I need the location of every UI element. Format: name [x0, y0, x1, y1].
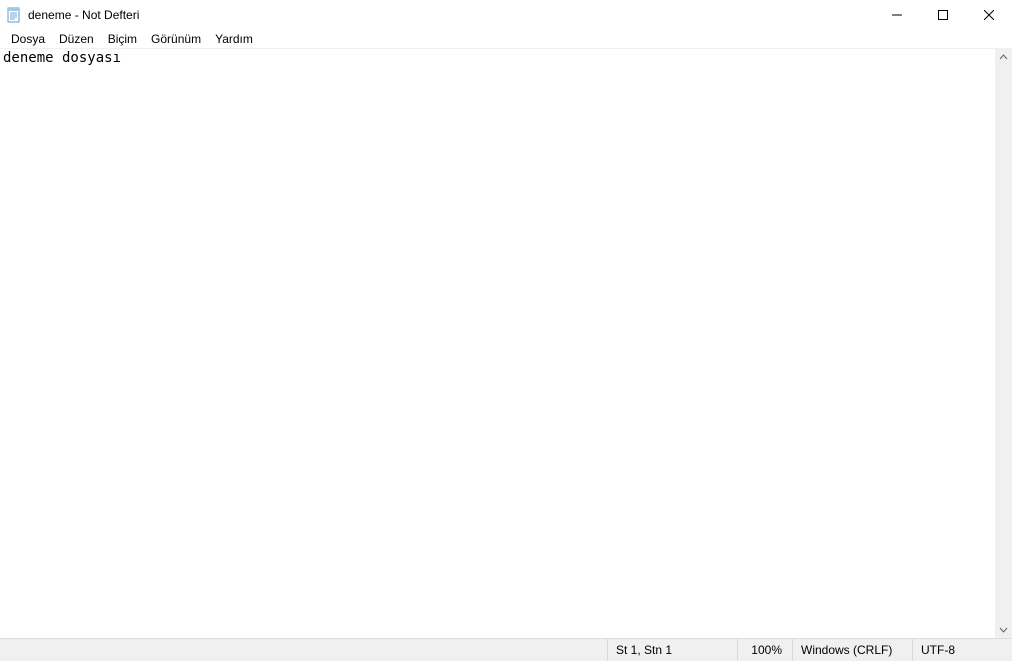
notepad-window: deneme - Not Defteri Dosya Düzen Biçim G…	[0, 0, 1012, 661]
window-title: deneme - Not Defteri	[28, 8, 139, 22]
status-encoding: UTF-8	[912, 639, 1012, 661]
status-line-ending: Windows (CRLF)	[792, 639, 912, 661]
status-cursor-position: St 1, Stn 1	[607, 639, 737, 661]
vertical-scrollbar[interactable]	[995, 49, 1012, 638]
close-button[interactable]	[966, 0, 1012, 30]
titlebar: deneme - Not Defteri	[0, 0, 1012, 30]
text-editor[interactable]: deneme dosyası	[0, 49, 995, 638]
menu-format[interactable]: Biçim	[101, 31, 144, 47]
minimize-button[interactable]	[874, 0, 920, 30]
notepad-app-icon	[6, 7, 22, 23]
scroll-up-arrow-icon[interactable]	[995, 49, 1012, 66]
menubar: Dosya Düzen Biçim Görünüm Yardım	[0, 30, 1012, 49]
menu-view[interactable]: Görünüm	[144, 31, 208, 47]
statusbar: St 1, Stn 1 100% Windows (CRLF) UTF-8	[0, 638, 1012, 661]
menu-edit[interactable]: Düzen	[52, 31, 101, 47]
scroll-down-arrow-icon[interactable]	[995, 621, 1012, 638]
status-zoom: 100%	[737, 639, 792, 661]
menu-file[interactable]: Dosya	[4, 31, 52, 47]
editor-area: deneme dosyası	[0, 49, 1012, 638]
menu-help[interactable]: Yardım	[208, 31, 260, 47]
window-controls	[874, 0, 1012, 30]
titlebar-left: deneme - Not Defteri	[0, 7, 139, 23]
maximize-button[interactable]	[920, 0, 966, 30]
